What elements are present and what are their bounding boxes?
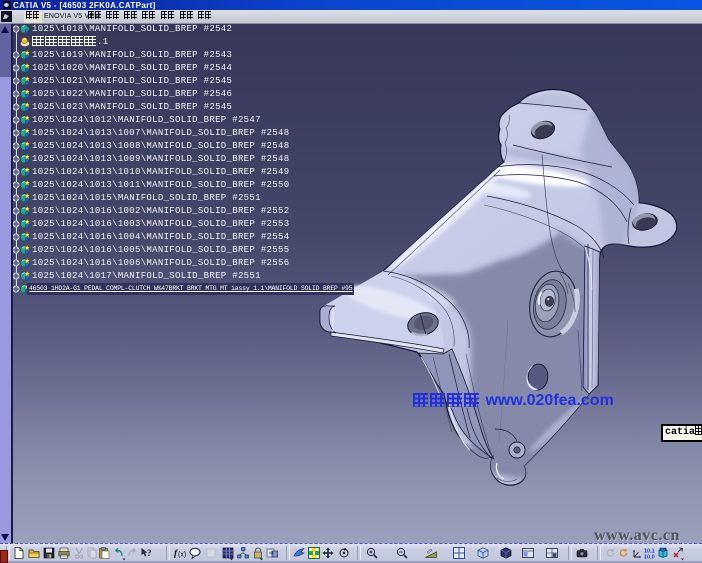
svg-text:10,0: 10,0 [644,555,655,561]
svg-text:?: ? [147,548,152,558]
svg-text:(x): (x) [178,552,186,559]
